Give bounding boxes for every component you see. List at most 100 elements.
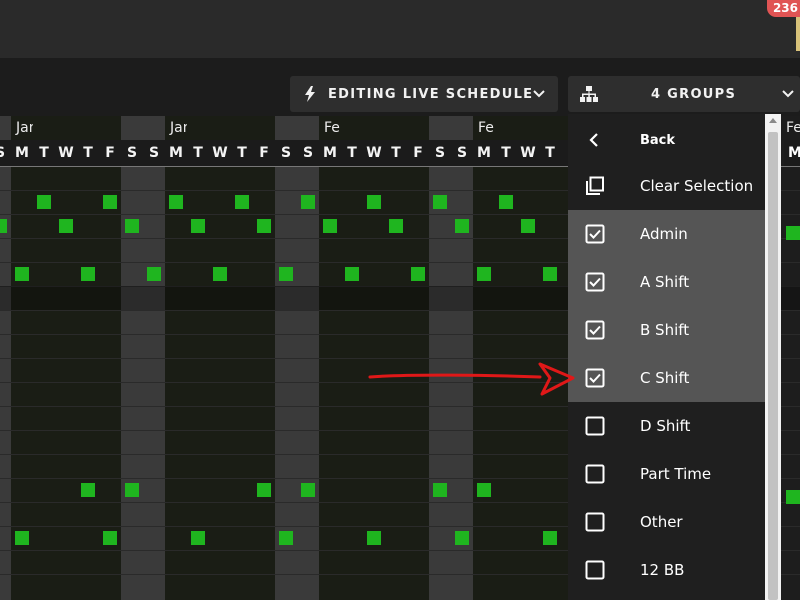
checkbox-empty-icon[interactable] [585, 464, 605, 484]
day-header: M [11, 140, 33, 166]
shift-cell[interactable] [191, 531, 205, 545]
shift-cell[interactable] [257, 219, 271, 233]
groups-menu: Back Clear Selection Admin A Shift B Shift… [568, 114, 765, 600]
menu-scrollbar[interactable] [765, 114, 781, 600]
day-header: S [451, 140, 473, 166]
shift-cell[interactable] [389, 219, 403, 233]
shift-cell[interactable] [191, 219, 205, 233]
shift-cell[interactable] [301, 483, 315, 497]
shift-cell[interactable] [323, 219, 337, 233]
shift-cell[interactable] [301, 195, 315, 209]
group-option[interactable]: Other [568, 498, 765, 546]
group-option[interactable]: D Shift [568, 402, 765, 450]
shift-cell[interactable] [521, 219, 535, 233]
back-button[interactable]: Back [568, 116, 765, 164]
shift-cell[interactable] [103, 195, 117, 209]
checkbox-empty-icon[interactable] [585, 560, 605, 580]
checkbox-checked-icon[interactable] [585, 368, 605, 388]
checkbox-checked-icon[interactable] [585, 320, 605, 340]
group-option-label: A Shift [640, 273, 690, 291]
shift-cell[interactable] [235, 195, 249, 209]
group-option[interactable]: B Shift [568, 306, 765, 354]
week-label: Fe [786, 120, 800, 136]
shift-cell[interactable] [786, 226, 800, 240]
shift-cell[interactable] [367, 195, 381, 209]
group-option[interactable]: Part Time [568, 450, 765, 498]
scroll-up-arrow-icon[interactable] [769, 118, 777, 123]
shift-cell[interactable] [345, 267, 359, 281]
clear-selection-button[interactable]: Clear Selection [568, 162, 765, 210]
checkbox-checked-icon[interactable] [585, 272, 605, 292]
shift-cell[interactable] [81, 483, 95, 497]
shift-cell[interactable] [786, 490, 800, 504]
schedule-mode-dropdown[interactable]: EDITING LIVE SCHEDULE [290, 76, 558, 112]
day-header: F [99, 140, 121, 166]
day-header: S [275, 140, 297, 166]
shift-cell[interactable] [477, 483, 491, 497]
shift-cell[interactable] [455, 219, 469, 233]
day-header: F [253, 140, 275, 166]
shift-cell[interactable] [543, 267, 557, 281]
day-header: W [55, 140, 77, 166]
shift-cell[interactable] [15, 531, 29, 545]
shift-cell[interactable] [59, 219, 73, 233]
day-header: T [231, 140, 253, 166]
group-option[interactable]: A Shift [568, 258, 765, 306]
shift-cell[interactable] [477, 267, 491, 281]
day-header: T [539, 140, 561, 166]
top-bar: 236 [0, 0, 800, 58]
shift-cell[interactable] [103, 531, 117, 545]
group-option[interactable]: Admin [568, 210, 765, 258]
shift-cell[interactable] [169, 195, 183, 209]
day-header: T [341, 140, 363, 166]
shift-cell[interactable] [455, 531, 469, 545]
day-header: S [0, 140, 11, 166]
day-header: M [473, 140, 495, 166]
day-header: T [385, 140, 407, 166]
group-option[interactable]: C Shift [568, 354, 765, 402]
notification-badge[interactable]: 236 [766, 0, 800, 17]
shift-cell[interactable] [15, 267, 29, 281]
shift-cell[interactable] [279, 531, 293, 545]
day-header: T [495, 140, 517, 166]
shift-cell[interactable] [125, 219, 139, 233]
clear-selection-label: Clear Selection [640, 177, 754, 195]
shift-cell[interactable] [125, 483, 139, 497]
scroll-thumb[interactable] [768, 132, 778, 600]
day-header: W [209, 140, 231, 166]
shift-cell[interactable] [257, 483, 271, 497]
shift-cell[interactable] [411, 267, 425, 281]
day-header: S [429, 140, 451, 166]
group-option[interactable]: 12 BB [568, 546, 765, 594]
shift-cell[interactable] [279, 267, 293, 281]
shift-cell[interactable] [543, 531, 557, 545]
back-label: Back [640, 132, 676, 148]
day-header: T [33, 140, 55, 166]
day-header: T [77, 140, 99, 166]
shift-cell[interactable] [367, 531, 381, 545]
checkbox-checked-icon[interactable] [585, 224, 605, 244]
lightning-icon [305, 86, 315, 102]
shift-cell[interactable] [499, 195, 513, 209]
chevron-down-icon [782, 90, 794, 98]
shift-cell[interactable] [147, 267, 161, 281]
groups-count-label: 4 GROUPS [651, 86, 737, 102]
checkbox-empty-icon[interactable] [585, 416, 605, 436]
schedule-mode-label: EDITING LIVE SCHEDULE [328, 86, 534, 102]
group-option-label: Admin [640, 225, 688, 243]
groups-dropdown[interactable]: 4 GROUPS [568, 76, 800, 112]
day-header: S [121, 140, 143, 166]
group-option-label: C Shift [640, 369, 690, 387]
shift-cell[interactable] [213, 267, 227, 281]
day-header: T [187, 140, 209, 166]
user-avatar-edge[interactable] [796, 17, 800, 51]
shift-cell[interactable] [433, 483, 447, 497]
shift-cell[interactable] [0, 219, 7, 233]
group-option-label: B Shift [640, 321, 690, 339]
shift-cell[interactable] [37, 195, 51, 209]
checkbox-empty-icon[interactable] [585, 512, 605, 532]
day-header: S [143, 140, 165, 166]
shift-cell[interactable] [433, 195, 447, 209]
group-option-label: Other [640, 513, 683, 531]
shift-cell[interactable] [81, 267, 95, 281]
